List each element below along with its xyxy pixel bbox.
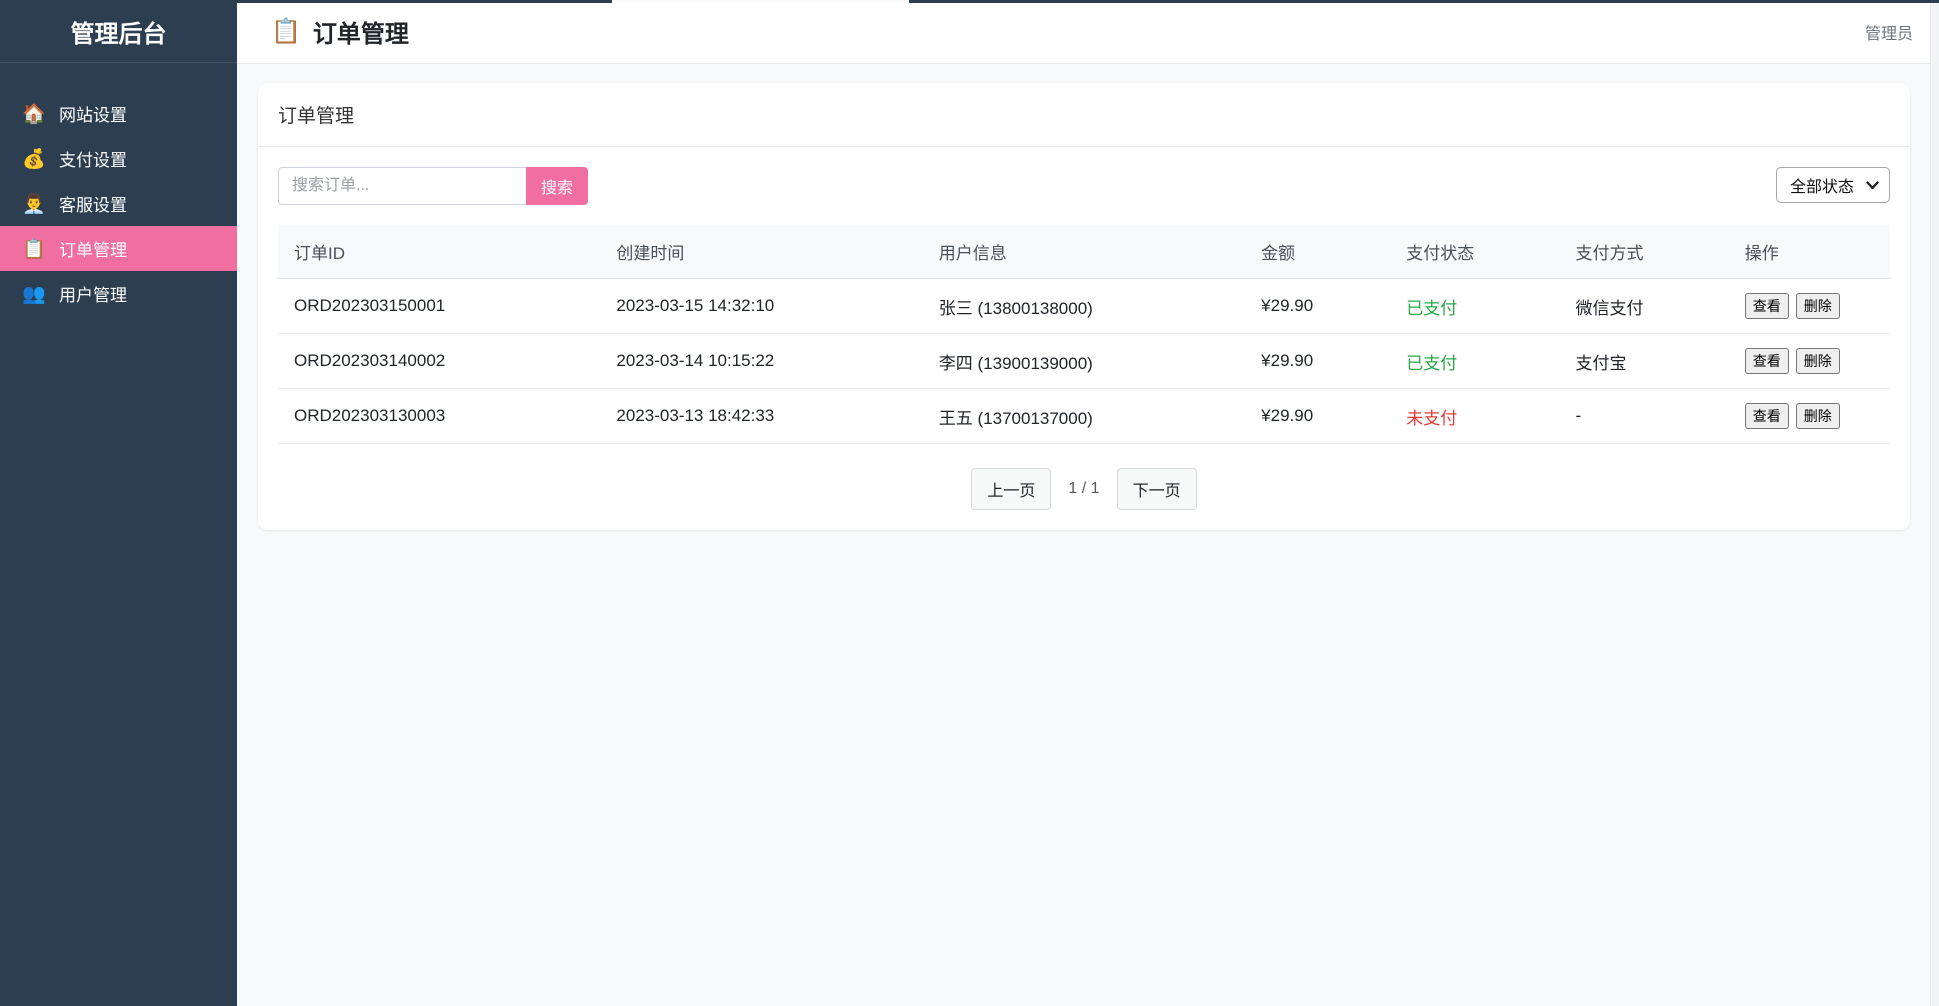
payment-method: - (1560, 389, 1729, 444)
agent-icon: 👨‍💼 (22, 192, 46, 216)
sidebar-item-link[interactable]: 💰 支付设置 (0, 136, 237, 181)
actions-cell: 查看删除 (1729, 279, 1890, 334)
home-icon: 🏠 (22, 102, 46, 126)
order-created: 2023-03-13 18:42:33 (600, 389, 922, 444)
column-header: 创建时间 (600, 225, 922, 279)
column-header: 订单ID (278, 225, 600, 279)
order-amount: ¥29.90 (1245, 389, 1390, 444)
page-info: 1 / 1 (1068, 480, 1099, 498)
actions-cell: 查看删除 (1729, 389, 1890, 444)
card-body: 搜索 全部状态 订单ID创建时间用户信息金额支付状态支付方式操作 ORD2 (258, 147, 1910, 530)
payment-status: 已支付 (1390, 334, 1559, 389)
header: 📋 订单管理 管理员 (237, 0, 1939, 64)
card-title: 订单管理 (258, 83, 1910, 147)
sidebar-item-label: 用户管理 (59, 281, 127, 306)
app-title: 管理后台 (0, 0, 237, 63)
delete-button[interactable]: 删除 (1796, 348, 1840, 374)
user-label: 管理员 (1865, 20, 1913, 44)
order-user: 李四 (13900139000) (923, 334, 1245, 389)
sidebar: 管理后台 🏠 网站设置 💰 支付设置 👨‍💼 客服设置 📋 订单管理 👥 用户管理 (0, 0, 237, 1006)
toolbar: 搜索 全部状态 (278, 167, 1890, 205)
payment-method: 微信支付 (1560, 279, 1729, 334)
orders-table: 订单ID创建时间用户信息金额支付状态支付方式操作 ORD202303150001… (278, 225, 1890, 444)
chevron-down-icon (1866, 181, 1879, 190)
sidebar-item-link[interactable]: 👥 用户管理 (0, 271, 237, 316)
status-filter-value: 全部状态 (1790, 173, 1854, 197)
next-page-button[interactable]: 下一页 (1117, 468, 1197, 510)
view-button[interactable]: 查看 (1745, 403, 1789, 429)
order-user: 王五 (13700137000) (923, 389, 1245, 444)
order-created: 2023-03-14 10:15:22 (600, 334, 922, 389)
sidebar-item-label: 网站设置 (59, 101, 127, 126)
page-title-text: 订单管理 (313, 14, 409, 49)
order-table-body: ORD2023031500012023-03-15 14:32:10张三 (13… (278, 279, 1890, 444)
order-id: ORD202303130003 (278, 389, 600, 444)
sidebar-item-link[interactable]: 👨‍💼 客服设置 (0, 181, 237, 226)
table-row: ORD2023031400022023-03-14 10:15:22李四 (13… (278, 334, 1890, 389)
sidebar-menu: 🏠 网站设置 💰 支付设置 👨‍💼 客服设置 📋 订单管理 👥 用户管理 (0, 91, 237, 316)
sidebar-item-active[interactable]: 📋 订单管理 (0, 226, 237, 271)
top-border (0, 0, 1939, 3)
scrollbar[interactable] (1930, 3, 1939, 1006)
table-row: ORD2023031300032023-03-13 18:42:33王五 (13… (278, 389, 1890, 444)
delete-button[interactable]: 删除 (1796, 403, 1840, 429)
moneybag-icon: 💰 (22, 147, 46, 171)
column-header: 支付状态 (1390, 225, 1559, 279)
search-button[interactable]: 搜索 (526, 167, 588, 205)
order-amount: ¥29.90 (1245, 279, 1390, 334)
order-id: ORD202303150001 (278, 279, 600, 334)
sidebar-item-label: 订单管理 (59, 236, 127, 261)
status-filter-select[interactable]: 全部状态 (1776, 167, 1890, 203)
search-group: 搜索 (278, 167, 588, 205)
search-input[interactable] (278, 167, 526, 205)
payment-method: 支付宝 (1560, 334, 1729, 389)
sidebar-item-label: 支付设置 (59, 146, 127, 171)
view-button[interactable]: 查看 (1745, 293, 1789, 319)
order-user: 张三 (13800138000) (923, 279, 1245, 334)
payment-status: 已支付 (1390, 279, 1559, 334)
column-header: 操作 (1729, 225, 1890, 279)
order-created: 2023-03-15 14:32:10 (600, 279, 922, 334)
column-header: 用户信息 (923, 225, 1245, 279)
column-header: 支付方式 (1560, 225, 1729, 279)
page-title: 📋 订单管理 (271, 14, 409, 49)
actions-cell: 查看删除 (1729, 334, 1890, 389)
sidebar-item-link[interactable]: 🏠 网站设置 (0, 91, 237, 136)
table-row: ORD2023031500012023-03-15 14:32:10张三 (13… (278, 279, 1890, 334)
table-head: 订单ID创建时间用户信息金额支付状态支付方式操作 (278, 225, 1890, 279)
users-icon: 👥 (22, 282, 46, 306)
top-border-gap (612, 0, 909, 3)
delete-button[interactable]: 删除 (1796, 293, 1840, 319)
sidebar-item-label: 客服设置 (59, 191, 127, 216)
order-id: ORD202303140002 (278, 334, 600, 389)
table-header-row: 订单ID创建时间用户信息金额支付状态支付方式操作 (278, 225, 1890, 279)
prev-page-button[interactable]: 上一页 (971, 468, 1051, 510)
clipboard-icon: 📋 (271, 17, 301, 46)
column-header: 金额 (1245, 225, 1390, 279)
order-amount: ¥29.90 (1245, 334, 1390, 389)
pagination: 上一页 1 / 1 下一页 (278, 468, 1890, 510)
main-content: 订单管理 搜索 全部状态 (237, 64, 1939, 1006)
payment-status: 未支付 (1390, 389, 1559, 444)
orders-card: 订单管理 搜索 全部状态 (258, 83, 1910, 530)
clipboard-icon: 📋 (22, 237, 46, 261)
view-button[interactable]: 查看 (1745, 348, 1789, 374)
